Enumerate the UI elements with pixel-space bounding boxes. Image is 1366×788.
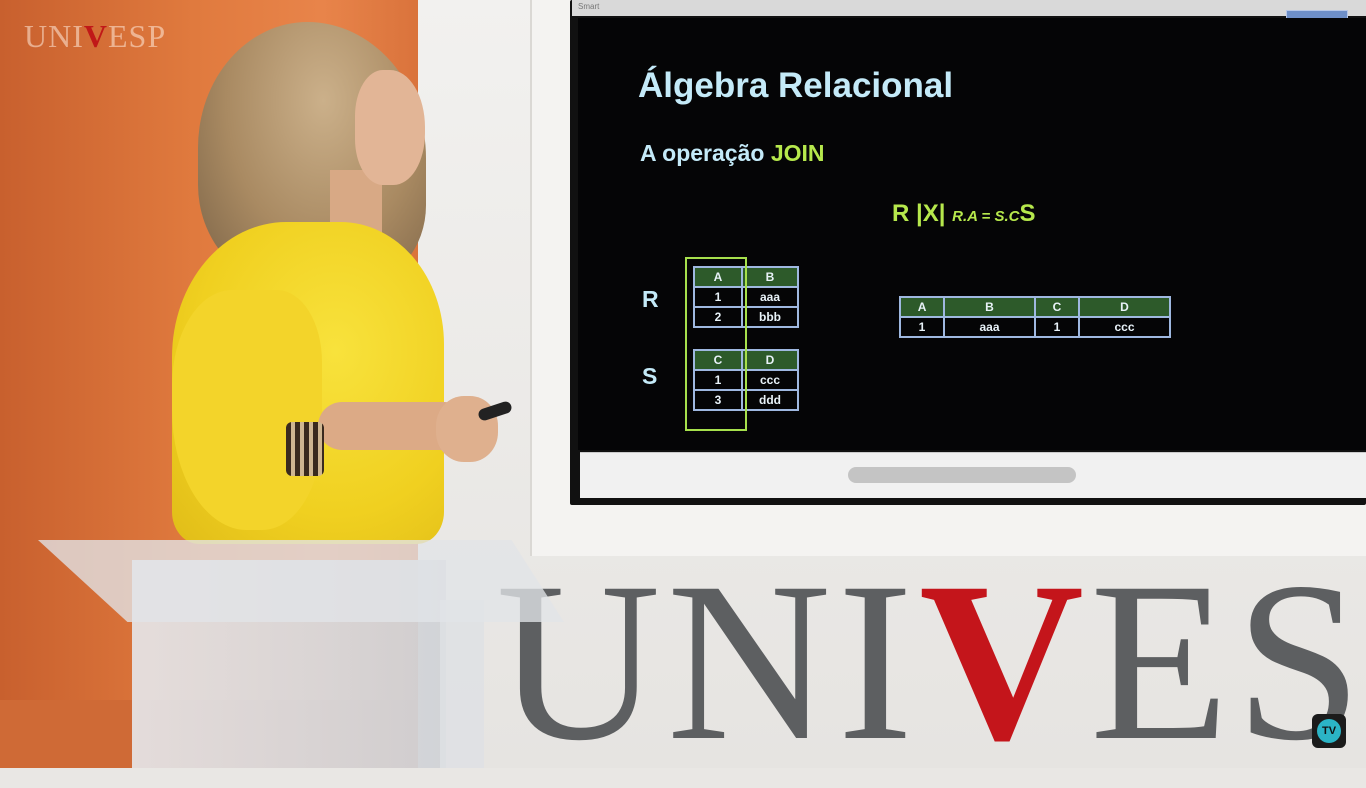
subtitle-keyword: JOIN — [770, 140, 825, 166]
slide-title: Álgebra Relacional — [638, 66, 954, 105]
wall-logo-prefix: UNI — [496, 536, 920, 788]
join-expression-left: R |X| — [892, 200, 953, 227]
table-header-cell: C — [1033, 296, 1081, 318]
presenter-sleeve — [172, 290, 322, 530]
corner-logo-watermark: UNIVESP — [24, 18, 166, 55]
table-header-cell: B — [943, 296, 1036, 318]
corner-logo-prefix: UNI — [24, 18, 84, 54]
table-cell: ccc — [741, 369, 799, 391]
corner-logo-v: V — [83, 18, 108, 54]
table-row: 1 aaa 1 ccc — [898, 316, 1171, 338]
podium-side — [440, 600, 484, 768]
wall-logo-v: V — [919, 536, 1090, 788]
join-result-table: A B C D 1 aaa 1 ccc — [898, 296, 1171, 338]
presenter-face — [355, 70, 425, 185]
tv-channel-badge: TV — [1312, 714, 1346, 748]
screen-topbar — [572, 0, 1366, 16]
wall-logo-suffix: ES — [1089, 536, 1366, 788]
table-cell: 1 — [1033, 316, 1081, 338]
table-cell: ccc — [1078, 316, 1171, 338]
slide-subtitle: A operação JOIN — [640, 140, 825, 167]
table-cell: bbb — [741, 306, 799, 328]
table-header-cell: D — [1078, 296, 1171, 318]
relation-r-label: R — [642, 286, 659, 312]
table-header-cell: D — [741, 349, 799, 371]
column-highlight-box — [685, 257, 747, 431]
relation-s-label: S — [642, 363, 658, 389]
podium-top — [38, 540, 564, 622]
subtitle-prefix: A operação — [640, 140, 771, 166]
table-header-cell: A — [898, 296, 946, 318]
tv-badge-icon: TV — [1317, 719, 1341, 743]
join-condition: R.A = S.C — [952, 208, 1020, 225]
table-header-row: A B C D — [898, 296, 1171, 318]
table-cell: aaa — [741, 286, 799, 308]
table-cell: aaa — [943, 316, 1036, 338]
presenter-bracelet — [286, 422, 324, 476]
wall-logo: UNIVES — [496, 548, 1366, 776]
table-header-cell: B — [741, 266, 799, 288]
join-expression-right: S — [1019, 200, 1036, 227]
join-expression: R |X| R.A = S.CS — [892, 200, 1036, 228]
table-cell: ddd — [741, 389, 799, 411]
table-cell: 1 — [898, 316, 946, 338]
screen-topbar-label: Smart — [578, 2, 600, 11]
screen-pen-tray — [848, 467, 1076, 483]
corner-logo-suffix: ESP — [107, 18, 167, 54]
